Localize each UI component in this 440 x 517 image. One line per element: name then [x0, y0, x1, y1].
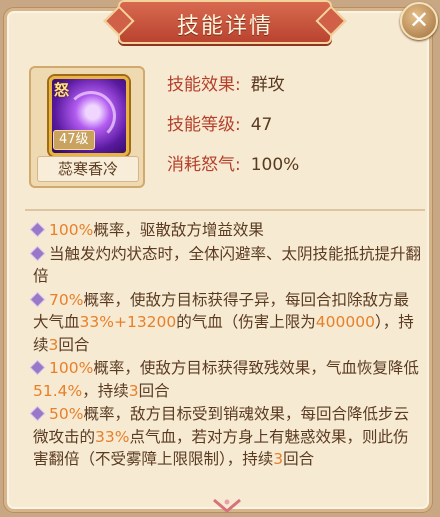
diamond-bullet-icon: [31, 246, 44, 260]
skill-level-badge: 47级: [53, 130, 95, 150]
effect-value-highlight: 3: [273, 450, 284, 468]
chevron-down-icon: [213, 498, 241, 513]
effect-value-highlight: 51.4%: [33, 381, 83, 400]
skill-info: 技能效果: 群攻 技能等级: 47 消耗怒气: 100%: [167, 71, 299, 191]
page-title: 技能详情: [176, 14, 273, 39]
effect-list: 100%概率，驱散敌方增益效果 当触发灼灼状态时，全体闪避率、太阴技能抵抗提升翻倍…: [31, 219, 422, 472]
info-row-level: 技能等级: 47: [167, 111, 299, 151]
rage-glyph: 怒: [54, 81, 70, 99]
title-banner: 技能详情: [118, 0, 332, 44]
info-row-cost: 消耗怒气: 100%: [167, 151, 299, 191]
diamond-bullet-icon: [31, 292, 44, 306]
effect-item: 70%概率，使敌方目标获得子异，每回合扣除敌方最大气血33%+13200的气血（…: [31, 289, 421, 357]
effect-value-highlight: 3: [48, 335, 59, 354]
diamond-bullet-icon: [31, 407, 44, 420]
close-button[interactable]: ✕: [400, 2, 438, 40]
effect-value-highlight: 100%: [49, 221, 94, 239]
level-label: 技能等级:: [167, 115, 241, 135]
cost-label: 消耗怒气:: [167, 155, 241, 175]
effect-item: 50%概率，敌方目标受到销魂效果，每回合降低步云微攻击的33%点气血，若对方身上…: [31, 403, 421, 471]
effect-value-highlight: 70%: [49, 290, 84, 309]
cost-value: 100%: [250, 155, 300, 175]
effect-text: 概率，使敌方目标获得致残效果，气血恢复降低: [93, 359, 419, 377]
level-value: 47: [250, 115, 273, 135]
skill-card: 怒 47级 蕊寒香冷: [29, 66, 145, 188]
effect-text: 当触发灼灼状态时，全体闪避率、太阴技能抵抗提升翻倍: [33, 244, 422, 286]
effect-value-highlight: 50%: [49, 405, 84, 423]
effect-text: 回合: [138, 381, 170, 400]
effect-value-highlight: 3: [128, 381, 139, 400]
effect-value-highlight: 400000: [315, 313, 375, 331]
effect-text: 回合: [58, 335, 90, 354]
effect-item: 100%概率，使敌方目标获得致残效果，气血恢复降低 51.4%，持续3回合: [31, 357, 421, 402]
effect-value: 群攻: [250, 75, 285, 95]
effect-text: ，持续: [82, 381, 129, 400]
diamond-bullet-icon: [31, 223, 44, 236]
effect-item: 100%概率，驱散敌方增益效果: [31, 219, 421, 242]
effect-value-highlight: 33%+13200: [79, 313, 177, 331]
effect-label: 技能效果:: [167, 75, 241, 95]
divider: [25, 209, 425, 211]
effect-value-highlight: 33%: [95, 427, 130, 446]
effect-text: 回合: [283, 450, 315, 468]
effect-text: 概率，驱散敌方增益效果: [93, 221, 264, 239]
effect-item: 当触发灼灼状态时，全体闪避率、太阴技能抵抗提升翻倍: [31, 243, 422, 288]
effect-text: 的气血（伤害上限为: [176, 313, 316, 331]
skill-detail-panel: 怒 47级 蕊寒香冷 技能效果: 群攻 技能等级: 47 消耗怒气: 100% 100…: [4, 8, 432, 513]
info-row-effect: 技能效果: 群攻: [167, 71, 299, 111]
diamond-bullet-icon: [31, 361, 44, 374]
skill-name: 蕊寒香冷: [37, 156, 139, 182]
effect-value-highlight: 100%: [49, 359, 94, 377]
